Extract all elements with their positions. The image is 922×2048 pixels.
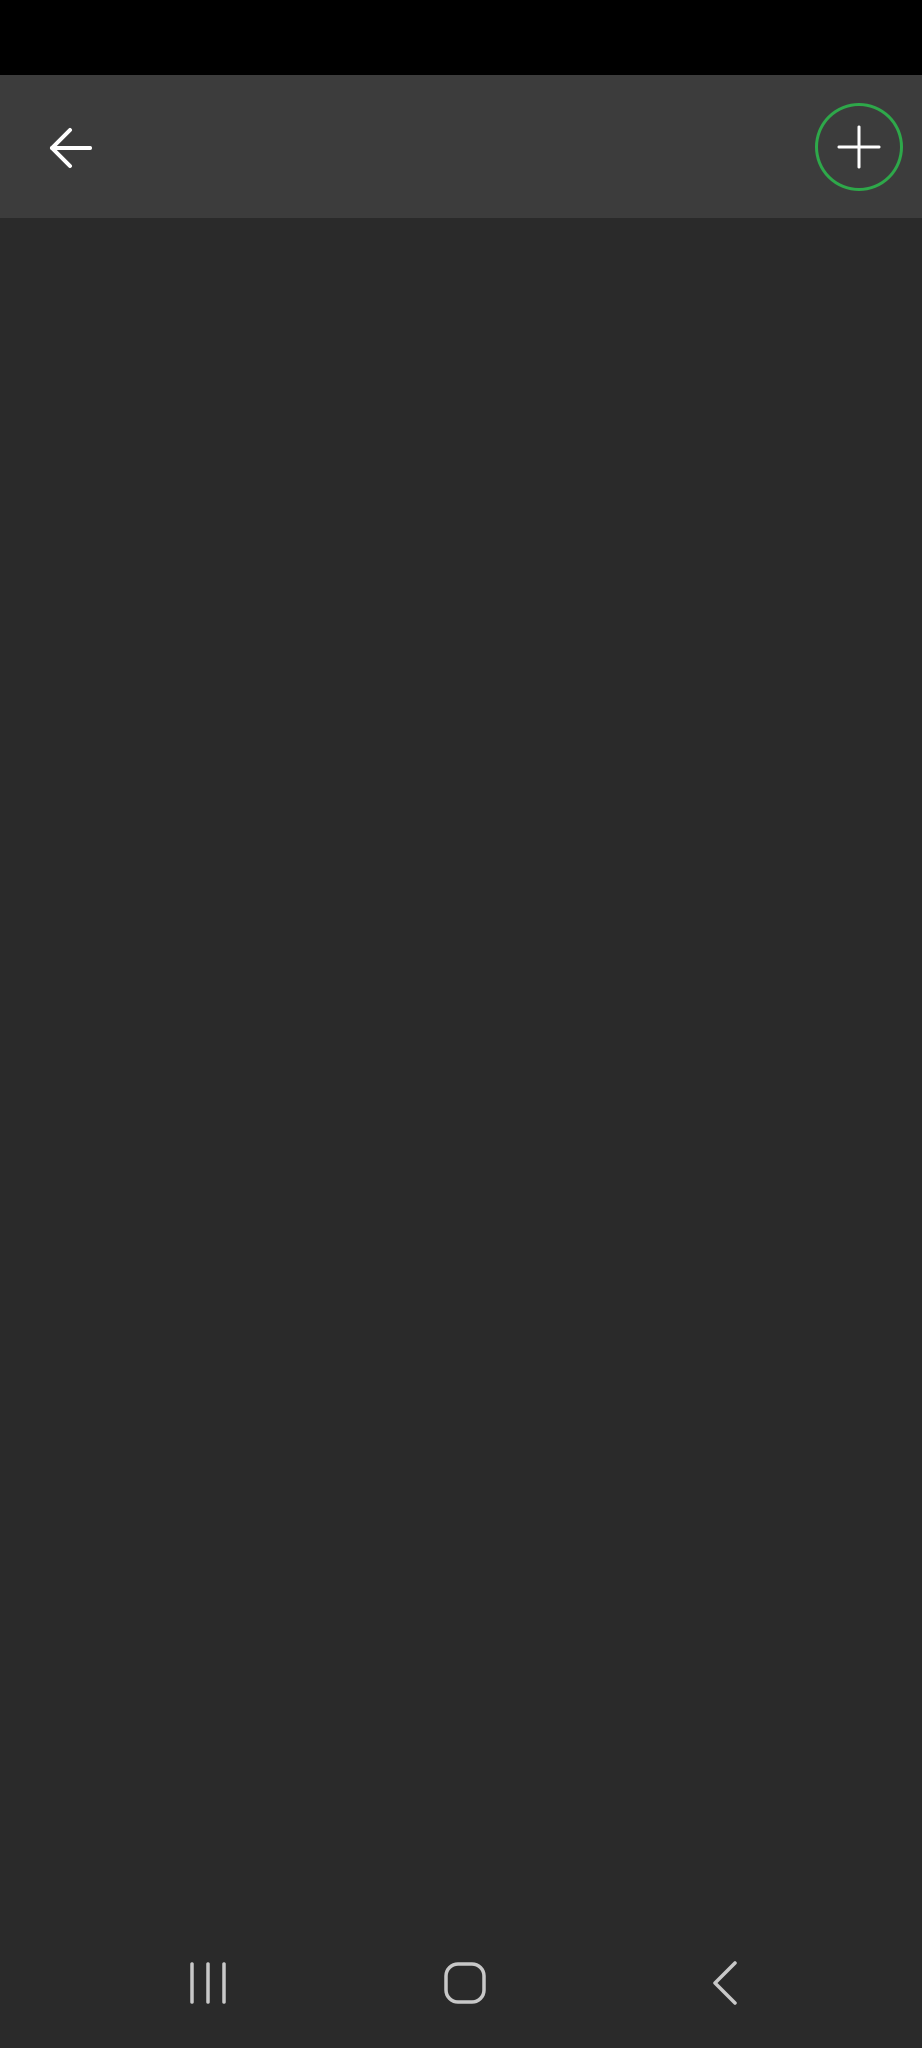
status-bar [0,0,922,75]
arrow-left-icon [50,127,92,168]
home-icon [444,1962,486,2004]
home-button[interactable] [420,1938,510,2028]
screen [0,0,922,2048]
empty-content-area [0,218,922,1918]
recents-button[interactable] [163,1938,253,2028]
chevron-left-icon [713,1961,737,2005]
plus-icon [837,125,881,169]
system-back-button[interactable] [680,1938,770,2028]
add-button[interactable] [815,103,903,191]
recents-icon [190,1962,226,2004]
system-navigation-bar [0,1918,922,2048]
app-bar [0,75,922,218]
back-button[interactable] [30,110,110,185]
